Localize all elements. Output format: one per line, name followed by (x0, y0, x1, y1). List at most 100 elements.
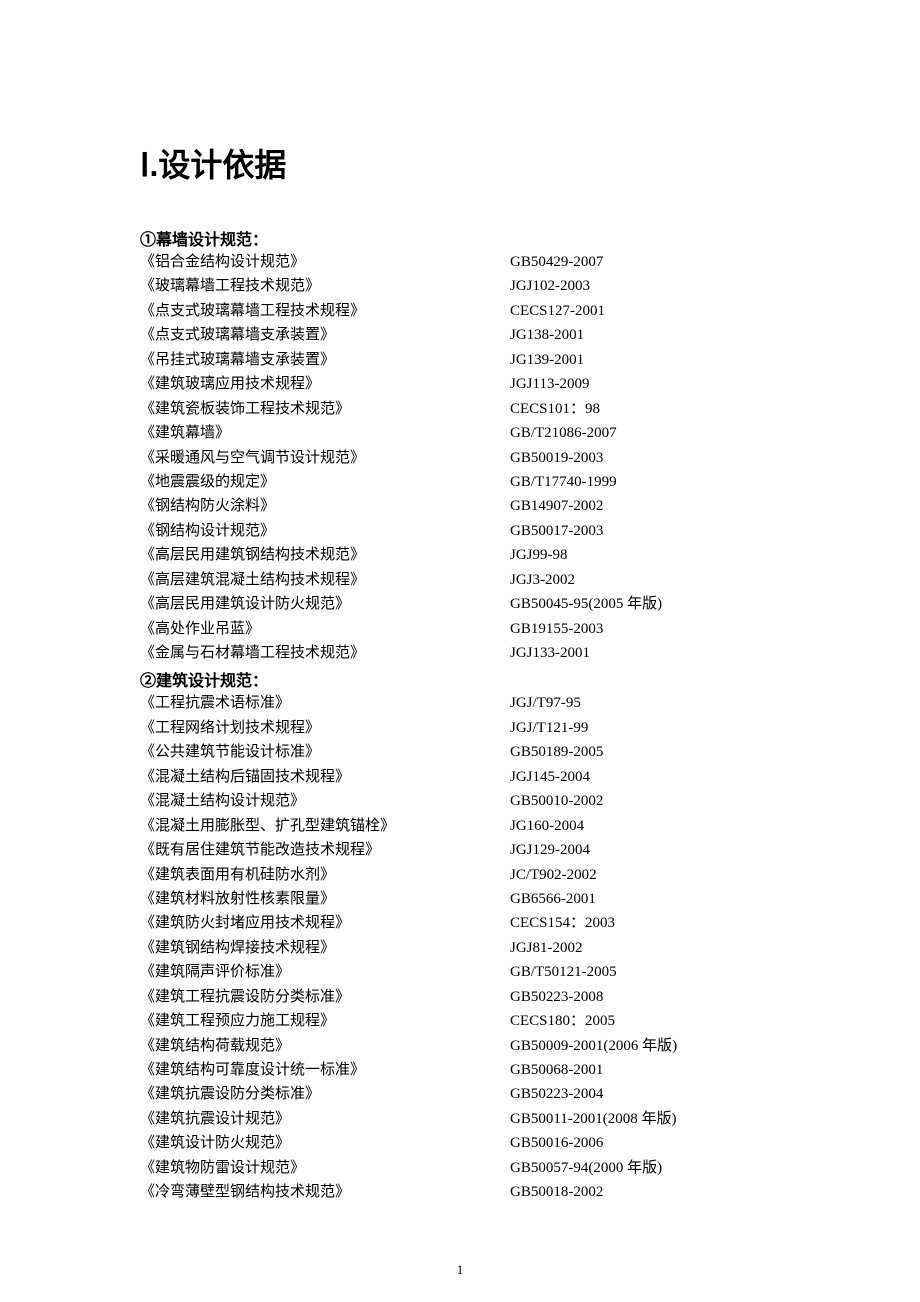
list-item: 《建筑抗震设防分类标准》GB50223-2004 (140, 1082, 790, 1106)
standard-code: JGJ/T97-95 (510, 691, 790, 715)
standard-code: CECS127-2001 (510, 299, 790, 323)
standard-name: 《钢结构设计规范》 (140, 519, 510, 543)
standard-name: 《建筑钢结构焊接技术规程》 (140, 936, 510, 960)
list-item: 《高层建筑混凝土结构技术规程》JGJ3-2002 (140, 568, 790, 592)
list-item: 《建筑隔声评价标准》GB/T50121-2005 (140, 960, 790, 984)
standard-code: GB50018-2002 (510, 1180, 790, 1204)
standard-code: JGJ129-2004 (510, 838, 790, 862)
list-item: 《建筑结构荷载规范》GB50009-2001(2006 年版) (140, 1034, 790, 1058)
standard-name: 《工程网络计划技术规程》 (140, 716, 510, 740)
standard-name: 《采暖通风与空气调节设计规范》 (140, 446, 510, 470)
standard-name: 《铝合金结构设计规范》 (140, 250, 510, 274)
standard-code: GB/T50121-2005 (510, 960, 790, 984)
standard-code: JGJ3-2002 (510, 568, 790, 592)
list-item: 《建筑幕墙》GB/T21086-2007 (140, 421, 790, 445)
standard-code: GB50057-94(2000 年版) (510, 1156, 790, 1180)
page-title: Ⅰ.设计依据 (140, 140, 790, 186)
standard-name: 《建筑工程抗震设防分类标准》 (140, 985, 510, 1009)
standard-code: JGJ113-2009 (510, 372, 790, 396)
list-item: 《建筑表面用有机硅防水剂》JC/T902-2002 (140, 863, 790, 887)
standard-name: 《高层建筑混凝土结构技术规程》 (140, 568, 510, 592)
standard-name: 《混凝土结构设计规范》 (140, 789, 510, 813)
standard-code: JG138-2001 (510, 323, 790, 347)
list-item: 《建筑材料放射性核素限量》GB6566-2001 (140, 887, 790, 911)
standard-name: 《建筑结构荷载规范》 (140, 1034, 510, 1058)
standard-name: 《高层民用建筑钢结构技术规范》 (140, 543, 510, 567)
standard-name: 《建筑瓷板装饰工程技术规范》 (140, 397, 510, 421)
standard-code: JGJ145-2004 (510, 765, 790, 789)
list-item: 《混凝土结构后锚固技术规程》JGJ145-2004 (140, 765, 790, 789)
standard-code: GB50045-95(2005 年版) (510, 592, 790, 616)
standard-name: 《建筑隔声评价标准》 (140, 960, 510, 984)
list-item: 《高层民用建筑钢结构技术规范》JGJ99-98 (140, 543, 790, 567)
list-item: 《建筑防火封堵应用技术规程》CECS154：2003 (140, 911, 790, 935)
standard-name: 《建筑玻璃应用技术规程》 (140, 372, 510, 396)
standard-code: GB19155-2003 (510, 617, 790, 641)
standard-name: 《冷弯薄壁型钢结构技术规范》 (140, 1180, 510, 1204)
standard-name: 《既有居住建筑节能改造技术规程》 (140, 838, 510, 862)
list-item: 《铝合金结构设计规范》GB50429-2007 (140, 250, 790, 274)
standard-name: 《混凝土用膨胀型、扩孔型建筑锚栓》 (140, 814, 510, 838)
list-item: 《混凝土结构设计规范》GB50010-2002 (140, 789, 790, 813)
list-item: 《建筑玻璃应用技术规程》JGJ113-2009 (140, 372, 790, 396)
standard-name: 《建筑抗震设计规范》 (140, 1107, 510, 1131)
section-header: ①幕墙设计规范： (140, 226, 790, 250)
standard-name: 《建筑设计防火规范》 (140, 1131, 510, 1155)
standard-name: 《高层民用建筑设计防火规范》 (140, 592, 510, 616)
standard-name: 《混凝土结构后锚固技术规程》 (140, 765, 510, 789)
list-item: 《建筑工程预应力施工规程》CECS180：2005 (140, 1009, 790, 1033)
standard-code: GB/T21086-2007 (510, 421, 790, 445)
list-item: 《金属与石材幕墙工程技术规范》JGJ133-2001 (140, 641, 790, 665)
list-item: 《吊挂式玻璃幕墙支承装置》JG139-2001 (140, 348, 790, 372)
standard-name: 《点支式玻璃幕墙工程技术规程》 (140, 299, 510, 323)
list-item: 《公共建筑节能设计标准》GB50189-2005 (140, 740, 790, 764)
list-item: 《既有居住建筑节能改造技术规程》JGJ129-2004 (140, 838, 790, 862)
standard-code: JGJ/T121-99 (510, 716, 790, 740)
standard-name: 《建筑结构可靠度设计统一标准》 (140, 1058, 510, 1082)
standard-name: 《公共建筑节能设计标准》 (140, 740, 510, 764)
standard-name: 《工程抗震术语标准》 (140, 691, 510, 715)
list-item: 《工程网络计划技术规程》JGJ/T121-99 (140, 716, 790, 740)
standard-code: GB50223-2008 (510, 985, 790, 1009)
standard-code: JG160-2004 (510, 814, 790, 838)
standard-code: CECS154：2003 (510, 911, 790, 935)
standard-name: 《建筑工程预应力施工规程》 (140, 1009, 510, 1033)
standard-code: JG139-2001 (510, 348, 790, 372)
list-item: 《工程抗震术语标准》JGJ/T97-95 (140, 691, 790, 715)
standard-code: GB50429-2007 (510, 250, 790, 274)
list-item: 《建筑钢结构焊接技术规程》JGJ81-2002 (140, 936, 790, 960)
standard-code: GB50009-2001(2006 年版) (510, 1034, 790, 1058)
list-item: 《高处作业吊蓝》GB19155-2003 (140, 617, 790, 641)
list-item: 《采暖通风与空气调节设计规范》GB50019-2003 (140, 446, 790, 470)
list-item: 《地震震级的规定》GB/T17740-1999 (140, 470, 790, 494)
standard-name: 《建筑防火封堵应用技术规程》 (140, 911, 510, 935)
standard-code: JGJ102-2003 (510, 274, 790, 298)
standard-code: JC/T902-2002 (510, 863, 790, 887)
list-item: 《点支式玻璃幕墙工程技术规程》CECS127-2001 (140, 299, 790, 323)
list-item: 《建筑设计防火规范》GB50016-2006 (140, 1131, 790, 1155)
standard-code: GB50019-2003 (510, 446, 790, 470)
standard-name: 《建筑物防雷设计规范》 (140, 1156, 510, 1180)
standard-code: CECS101：98 (510, 397, 790, 421)
list-item: 《冷弯薄壁型钢结构技术规范》GB50018-2002 (140, 1180, 790, 1204)
list-item: 《建筑瓷板装饰工程技术规范》CECS101：98 (140, 397, 790, 421)
list-item: 《建筑抗震设计规范》GB50011-2001(2008 年版) (140, 1107, 790, 1131)
standard-code: JGJ81-2002 (510, 936, 790, 960)
standard-code: GB50010-2002 (510, 789, 790, 813)
list-item: 《钢结构防火涂料》GB14907-2002 (140, 494, 790, 518)
standard-name: 《钢结构防火涂料》 (140, 494, 510, 518)
list-item: 《高层民用建筑设计防火规范》GB50045-95(2005 年版) (140, 592, 790, 616)
standard-code: GB6566-2001 (510, 887, 790, 911)
standard-name: 《建筑材料放射性核素限量》 (140, 887, 510, 911)
standard-name: 《建筑表面用有机硅防水剂》 (140, 863, 510, 887)
standard-code: GB/T17740-1999 (510, 470, 790, 494)
standard-name: 《玻璃幕墙工程技术规范》 (140, 274, 510, 298)
list-item: 《建筑工程抗震设防分类标准》GB50223-2008 (140, 985, 790, 1009)
standard-name: 《吊挂式玻璃幕墙支承装置》 (140, 348, 510, 372)
standard-name: 《建筑幕墙》 (140, 421, 510, 445)
standard-code: GB50189-2005 (510, 740, 790, 764)
standard-name: 《建筑抗震设防分类标准》 (140, 1082, 510, 1106)
standard-code: GB50068-2001 (510, 1058, 790, 1082)
standard-code: GB50017-2003 (510, 519, 790, 543)
list-item: 《混凝土用膨胀型、扩孔型建筑锚栓》JG160-2004 (140, 814, 790, 838)
